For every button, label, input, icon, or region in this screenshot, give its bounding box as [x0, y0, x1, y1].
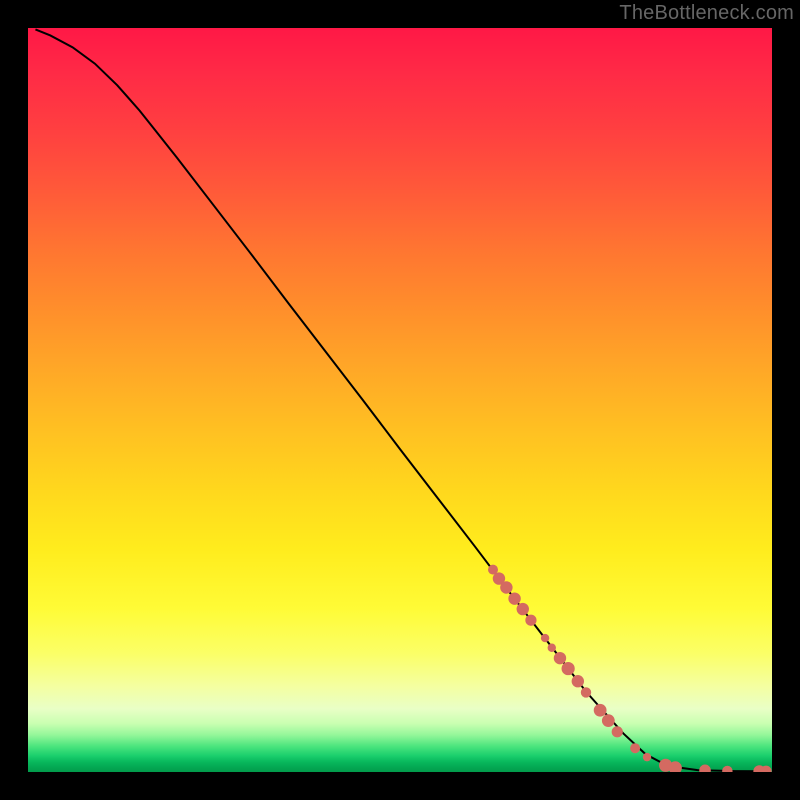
data-point [525, 615, 536, 626]
data-point [517, 603, 529, 615]
data-points-group [488, 565, 772, 772]
data-point [572, 675, 584, 687]
data-point [612, 726, 623, 737]
data-point [581, 687, 591, 697]
data-point [722, 766, 732, 772]
data-point [500, 581, 512, 593]
watermark-text: TheBottleneck.com [619, 2, 794, 25]
main-curve [35, 29, 764, 771]
data-point [562, 662, 575, 675]
plot-area [28, 28, 772, 772]
data-point [699, 765, 711, 772]
chart-stage: TheBottleneck.com [0, 0, 800, 800]
data-point [554, 652, 566, 664]
data-point [508, 592, 520, 604]
data-point [594, 704, 607, 717]
data-point [548, 644, 556, 652]
data-point [541, 634, 549, 642]
chart-svg [28, 28, 772, 772]
data-point [643, 753, 651, 761]
data-point [602, 714, 615, 727]
data-point [630, 743, 640, 753]
